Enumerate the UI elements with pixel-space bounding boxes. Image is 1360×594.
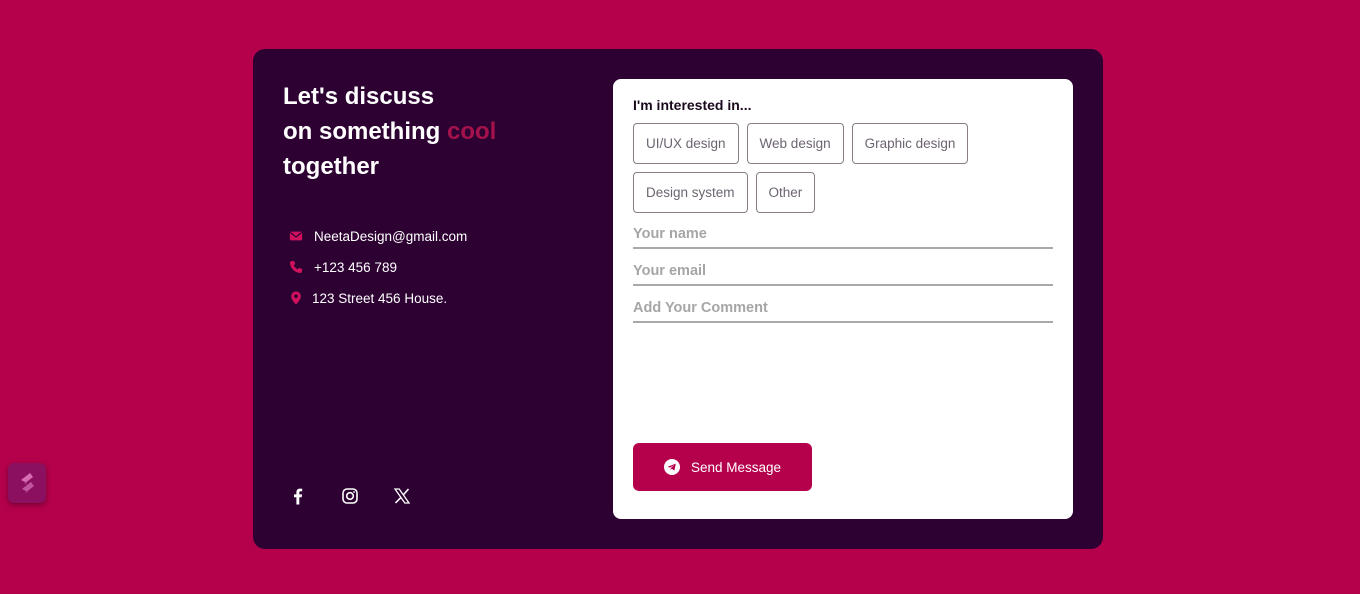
- interest-options: UI/UX design Web design Graphic design D…: [633, 123, 1053, 221]
- headline-line-1: Let's discuss: [283, 83, 435, 110]
- option-web-design[interactable]: Web design: [746, 123, 844, 164]
- headline-accent-word: cool: [447, 118, 497, 145]
- builder-widget[interactable]: [8, 463, 46, 503]
- option-uiux-design[interactable]: UI/UX design: [633, 123, 739, 164]
- name-input[interactable]: [633, 221, 1053, 249]
- headline-line-2-prefix: on something: [283, 118, 447, 145]
- facebook-icon: [294, 488, 303, 505]
- contact-email-text: NeetaDesign@gmail.com: [314, 228, 468, 244]
- facebook-link[interactable]: [288, 486, 308, 506]
- builder-logo-icon: [21, 473, 34, 493]
- contact-email[interactable]: NeetaDesign@gmail.com: [289, 226, 467, 246]
- location-pin-icon: [291, 291, 301, 305]
- x-twitter-icon: [393, 488, 411, 504]
- headline: Let's discuss on something cool together: [283, 79, 496, 184]
- telegram-send-icon: [663, 459, 680, 475]
- contact-address-text: 123 Street 456 House.: [312, 290, 448, 306]
- contact-phone-text: +123 456 789: [314, 259, 397, 275]
- contact-address: 123 Street 456 House.: [289, 288, 467, 308]
- interest-label: I'm interested in...: [633, 97, 752, 113]
- headline-line-2: on something cool: [283, 114, 496, 149]
- contact-card: Let's discuss on something cool together…: [253, 49, 1103, 549]
- social-links: [288, 486, 444, 506]
- instagram-icon: [342, 488, 358, 504]
- email-input[interactable]: [633, 258, 1053, 286]
- x-twitter-link[interactable]: [392, 486, 412, 506]
- send-message-label: Send Message: [690, 459, 782, 475]
- option-graphic-design[interactable]: Graphic design: [851, 123, 969, 164]
- option-design-system[interactable]: Design system: [633, 172, 748, 213]
- headline-line-3: together: [283, 153, 379, 180]
- contact-form: I'm interested in... UI/UX design Web de…: [613, 79, 1073, 519]
- phone-icon: [290, 261, 302, 273]
- comment-input[interactable]: [633, 295, 1053, 323]
- option-other[interactable]: Other: [755, 172, 816, 213]
- contact-info: NeetaDesign@gmail.com +123 456 789 123 S…: [289, 226, 467, 319]
- envelope-icon: [289, 231, 303, 241]
- instagram-link[interactable]: [340, 486, 360, 506]
- contact-phone[interactable]: +123 456 789: [289, 257, 467, 277]
- send-message-button[interactable]: Send Message: [633, 443, 812, 491]
